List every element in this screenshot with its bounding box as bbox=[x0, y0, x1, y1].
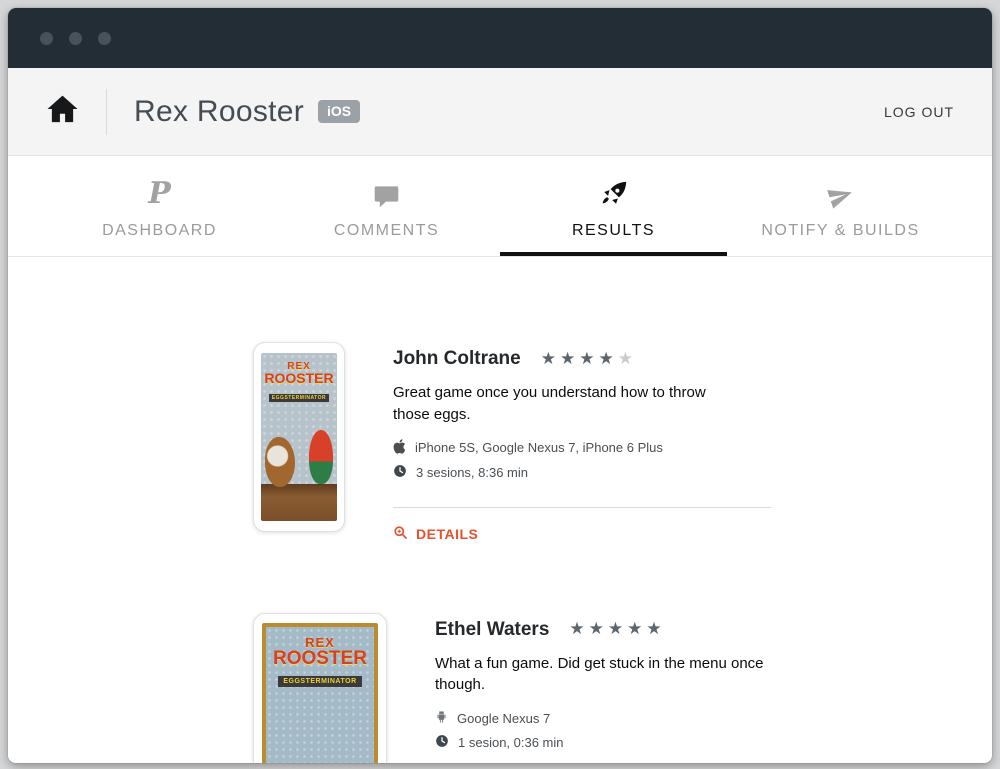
app-window: Rex Rooster iOS LOG OUT P DASHBOARD COMM… bbox=[8, 8, 992, 763]
session-thumbnail-phone[interactable]: REX ROOSTER EGGSTERMINATOR bbox=[253, 342, 345, 532]
tab-label: DASHBOARD bbox=[102, 221, 217, 239]
window-control-close[interactable] bbox=[40, 31, 53, 45]
clock-icon bbox=[435, 734, 449, 751]
game-art: REX ROOSTER EGGSTERMINATOR bbox=[261, 353, 337, 521]
sessions-summary: 3 sesions, 8:36 min bbox=[416, 464, 529, 480]
magnifier-icon bbox=[393, 525, 408, 543]
comment-bubble-icon bbox=[373, 177, 400, 209]
app-header: Rex Rooster iOS LOG OUT bbox=[8, 68, 992, 156]
platform-badge: iOS bbox=[318, 100, 361, 123]
devices-list: Google Nexus 7 bbox=[457, 710, 551, 726]
game-art: REX ROOSTER EGGSTERMINATOR bbox=[262, 622, 378, 763]
results-content: REX ROOSTER EGGSTERMINATOR John Coltrane… bbox=[8, 257, 992, 763]
tab-notify-builds[interactable]: NOTIFY & BUILDS bbox=[727, 156, 954, 256]
review-text: What a fun game. Did get stuck in the me… bbox=[435, 654, 764, 694]
home-button[interactable] bbox=[46, 94, 79, 129]
tab-label: COMMENTS bbox=[333, 221, 440, 239]
details-button[interactable]: DETAILS bbox=[393, 525, 771, 543]
review-card: REX ROOSTER EGGSTERMINATOR John Coltrane… bbox=[253, 342, 992, 543]
card-divider bbox=[393, 506, 771, 508]
sessions-summary: 1 sesion, 0:36 min bbox=[458, 735, 564, 750]
star-rating: ★★★★★ bbox=[569, 619, 666, 638]
fox-character-art bbox=[264, 437, 296, 488]
apple-icon bbox=[393, 438, 406, 457]
devices-row: Google Nexus 7 bbox=[435, 709, 813, 727]
home-icon bbox=[46, 94, 79, 129]
details-label: DETAILS bbox=[416, 525, 479, 542]
tab-results[interactable]: RESULTS bbox=[500, 156, 727, 256]
review-text: Great game once you understand how to th… bbox=[393, 384, 706, 423]
game-art-title-main: ROOSTER bbox=[273, 647, 367, 669]
tab-label: RESULTS bbox=[571, 221, 656, 239]
reviewer-name: John Coltrane bbox=[393, 348, 521, 369]
clock-icon bbox=[393, 464, 407, 481]
tab-bar: P DASHBOARD COMMENTS RESULTS NOTIFY & BU… bbox=[8, 156, 992, 257]
playtest-p-icon: P bbox=[148, 175, 171, 211]
window-control-minimize[interactable] bbox=[69, 31, 82, 45]
star-rating: ★★★★★ bbox=[540, 348, 637, 368]
paper-plane-icon bbox=[827, 177, 854, 209]
sessions-row: 1 sesion, 0:36 min bbox=[435, 734, 813, 751]
header-divider bbox=[106, 88, 107, 135]
tab-dashboard[interactable]: P DASHBOARD bbox=[46, 156, 273, 256]
game-art-subtitle: EGGSTERMINATOR bbox=[268, 394, 330, 402]
page-title: Rex Rooster bbox=[134, 94, 305, 128]
reviewer-name: Ethel Waters bbox=[435, 618, 550, 640]
rocket-icon bbox=[599, 177, 628, 209]
window-control-maximize[interactable] bbox=[98, 31, 111, 45]
review-body: Ethel Waters ★★★★★ What a fun game. Did … bbox=[435, 613, 813, 764]
review-body: John Coltrane ★★★★★ Great game once you … bbox=[393, 342, 771, 543]
devices-row: iPhone 5S, Google Nexus 7, iPhone 6 Plus bbox=[393, 438, 771, 457]
window-titlebar bbox=[8, 8, 992, 68]
android-icon bbox=[435, 709, 448, 727]
game-art-title-main: ROOSTER bbox=[264, 370, 334, 386]
rooster-character-art bbox=[308, 430, 334, 485]
sessions-row: 3 sesions, 8:36 min bbox=[393, 464, 771, 481]
logout-link[interactable]: LOG OUT bbox=[884, 104, 954, 120]
tab-comments[interactable]: COMMENTS bbox=[273, 156, 500, 256]
devices-list: iPhone 5S, Google Nexus 7, iPhone 6 Plus bbox=[415, 440, 663, 455]
ground-art bbox=[261, 484, 337, 521]
game-art-subtitle: EGGSTERMINATOR bbox=[278, 675, 362, 687]
tab-label: NOTIFY & BUILDS bbox=[761, 221, 920, 239]
session-thumbnail-tablet[interactable]: REX ROOSTER EGGSTERMINATOR bbox=[253, 612, 387, 763]
review-card: REX ROOSTER EGGSTERMINATOR Ethel Waters … bbox=[253, 612, 992, 764]
